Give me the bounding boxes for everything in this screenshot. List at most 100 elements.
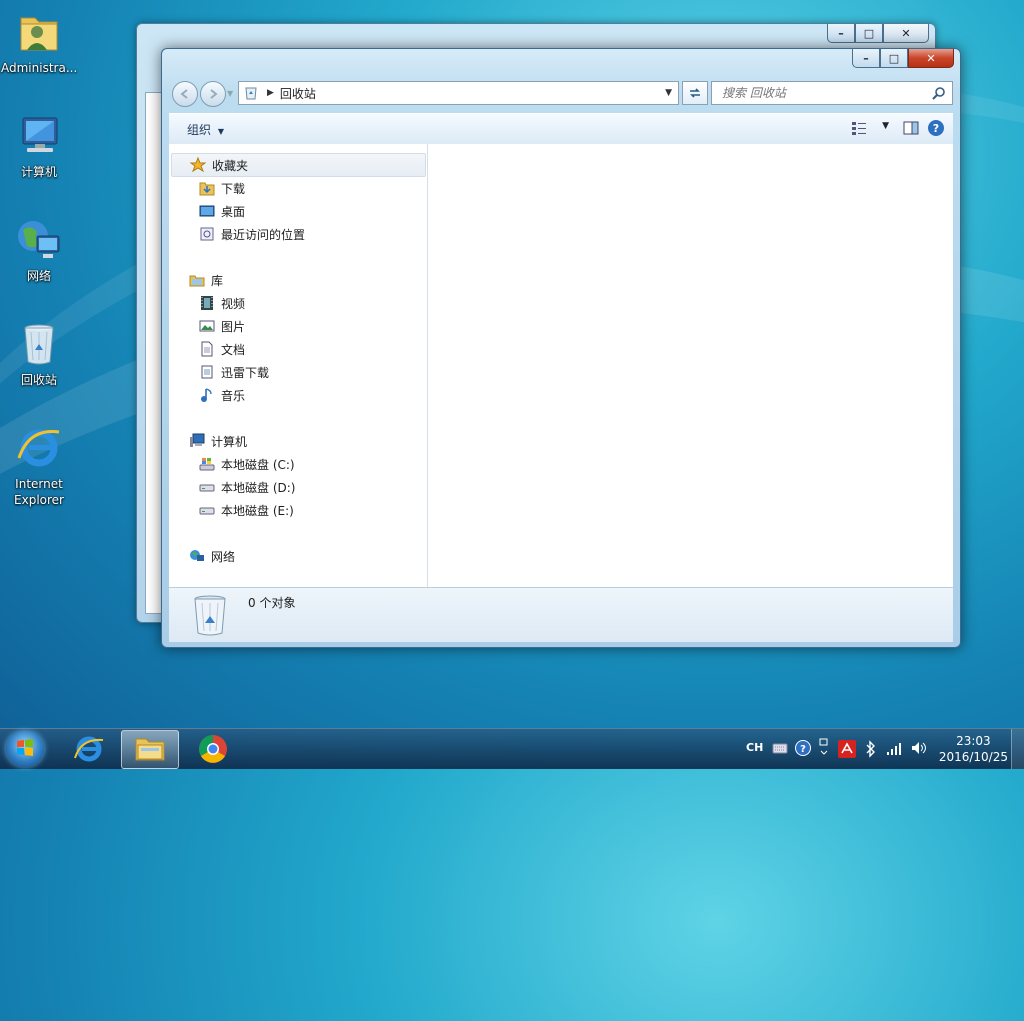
navigation-bar: ▼ ▶ 回收站 ▼ [170, 79, 953, 107]
maximize-button[interactable]: □ [855, 24, 883, 43]
nav-label: 本地磁盘 (E:) [221, 503, 294, 518]
recycle-bin-window[interactable]: – □ ✕ ▼ ▶ 回收站 ▼ 组织 [161, 48, 961, 648]
back-button[interactable] [172, 81, 198, 107]
downloads-folder-icon [199, 180, 215, 196]
bluetooth-icon[interactable] [864, 740, 876, 761]
organize-menu[interactable]: 组织 ▼ [187, 121, 224, 138]
nav-label: 桌面 [221, 204, 246, 219]
more-options-dropdown[interactable]: ▼ [882, 121, 889, 131]
computer-icon [189, 433, 205, 449]
taskbar: CH ? 23:03 2016/10/25 [0, 728, 1024, 769]
window-caption-buttons: – □ ✕ [852, 49, 954, 68]
minimize-button[interactable]: – [852, 49, 880, 68]
nav-label: 图片 [221, 319, 246, 334]
preview-pane-button[interactable] [903, 120, 919, 139]
documents-icon [199, 341, 215, 357]
address-bar[interactable]: ▶ 回收站 ▼ [238, 81, 679, 105]
search-box[interactable] [711, 81, 953, 105]
recycle-bin-icon [15, 320, 63, 368]
maximize-button[interactable]: □ [880, 49, 908, 68]
breadcrumb-current[interactable]: 回收站 [280, 85, 316, 102]
search-input[interactable] [720, 85, 924, 101]
volume-icon[interactable] [910, 740, 928, 759]
chevron-down-icon: ▼ [217, 127, 224, 136]
keyboard-icon[interactable] [772, 741, 788, 758]
address-history-dropdown[interactable]: ▼ [665, 88, 672, 98]
input-language-indicator[interactable]: CH [746, 741, 766, 754]
recycle-bin-large-icon [191, 593, 229, 640]
desktop-icon-label: Internet Explorer [14, 477, 64, 507]
nav-label: 音乐 [221, 388, 246, 403]
folder-icon [135, 738, 165, 761]
clock[interactable]: 23:03 2016/10/25 [939, 733, 1008, 765]
network-icon [189, 548, 205, 564]
internet-explorer-icon [15, 424, 63, 472]
nav-label: 本地磁盘 (D:) [221, 480, 296, 495]
svg-text:?: ? [933, 122, 939, 135]
nav-label: 本地磁盘 (C:) [221, 457, 295, 472]
help-button[interactable]: ? [927, 119, 945, 140]
computer-icon [15, 112, 63, 160]
desktop-icon [199, 203, 215, 219]
forward-button[interactable] [200, 81, 226, 107]
preview-pane-icon [903, 121, 919, 135]
pictures-icon [199, 318, 215, 334]
nav-item-downloads[interactable]: 下载 [169, 177, 427, 199]
recycle-bin-small-icon [243, 85, 259, 101]
desktop-icon-network[interactable]: 网络 [1, 216, 77, 284]
nav-item-xunlei-downloads[interactable]: 迅雷下载 [169, 361, 427, 383]
nav-label: 库 [211, 273, 224, 288]
nav-libraries[interactable]: 库 [169, 269, 427, 291]
taskbar-chrome[interactable] [185, 730, 241, 767]
nav-computer[interactable]: 计算机 [169, 430, 427, 452]
nav-item-recent-places[interactable]: 最近访问的位置 [169, 223, 427, 245]
show-desktop-button[interactable] [1011, 729, 1024, 769]
recent-pages-dropdown[interactable]: ▼ [227, 89, 233, 98]
nav-item-drive-c[interactable]: 本地磁盘 (C:) [169, 453, 427, 475]
clock-time: 23:03 [956, 734, 991, 748]
nav-network[interactable]: 网络 [169, 545, 427, 567]
nav-label: 收藏夹 [212, 158, 249, 173]
taskbar-windows-explorer[interactable] [121, 730, 179, 769]
nav-item-documents[interactable]: 文档 [169, 338, 427, 360]
nav-item-pictures[interactable]: 图片 [169, 315, 427, 337]
desktop-icon-label: Administra... [1, 61, 78, 75]
change-view-button[interactable] [851, 121, 867, 138]
explorer-content: 收藏夹 下载 桌面 最近访问的位置 库 视频 图片 文档 迅雷下载 音乐 计算机… [169, 144, 953, 587]
refresh-button[interactable] [682, 81, 708, 105]
network-signal-icon[interactable] [886, 740, 904, 759]
libraries-icon [189, 272, 205, 288]
desktop-icon-label: 回收站 [20, 373, 57, 387]
nav-item-desktop[interactable]: 桌面 [169, 200, 427, 222]
close-button[interactable]: ✕ [908, 49, 954, 68]
desktop-icon-internet-explorer[interactable]: Internet Explorer [1, 424, 77, 508]
network-icon [15, 216, 63, 264]
navigation-pane: 收藏夹 下载 桌面 最近访问的位置 库 视频 图片 文档 迅雷下载 音乐 计算机… [169, 144, 428, 587]
organize-label: 组织 [187, 123, 212, 137]
close-button[interactable]: ✕ [883, 24, 929, 43]
nav-item-music[interactable]: 音乐 [169, 384, 427, 406]
desktop-icon-administrator[interactable]: Administra... [1, 8, 77, 76]
antivirus-icon[interactable] [838, 740, 856, 761]
svg-text:?: ? [800, 744, 806, 755]
start-button[interactable] [6, 731, 44, 767]
taskbar-internet-explorer[interactable] [61, 730, 117, 767]
user-folder-icon [15, 8, 63, 56]
nav-item-drive-e[interactable]: 本地磁盘 (E:) [169, 499, 427, 521]
nav-item-drive-d[interactable]: 本地磁盘 (D:) [169, 476, 427, 498]
nav-label: 文档 [221, 342, 246, 357]
help-icon[interactable]: ? [794, 739, 812, 760]
breadcrumb-separator-icon[interactable]: ▶ [267, 88, 274, 98]
nav-label: 迅雷下载 [221, 365, 270, 380]
nav-label: 计算机 [211, 434, 248, 449]
nav-item-videos[interactable]: 视频 [169, 292, 427, 314]
nav-favorites[interactable]: 收藏夹 [171, 153, 426, 177]
minimize-button[interactable]: – [827, 24, 855, 43]
search-icon[interactable] [932, 86, 946, 100]
music-note-icon [199, 387, 215, 403]
file-list-area[interactable] [428, 144, 953, 587]
desktop-icon-recycle-bin[interactable]: 回收站 [1, 320, 77, 388]
show-hidden-icons-button[interactable] [818, 737, 830, 762]
desktop-icon-computer[interactable]: 计算机 [1, 112, 77, 180]
refresh-icon [690, 88, 700, 98]
